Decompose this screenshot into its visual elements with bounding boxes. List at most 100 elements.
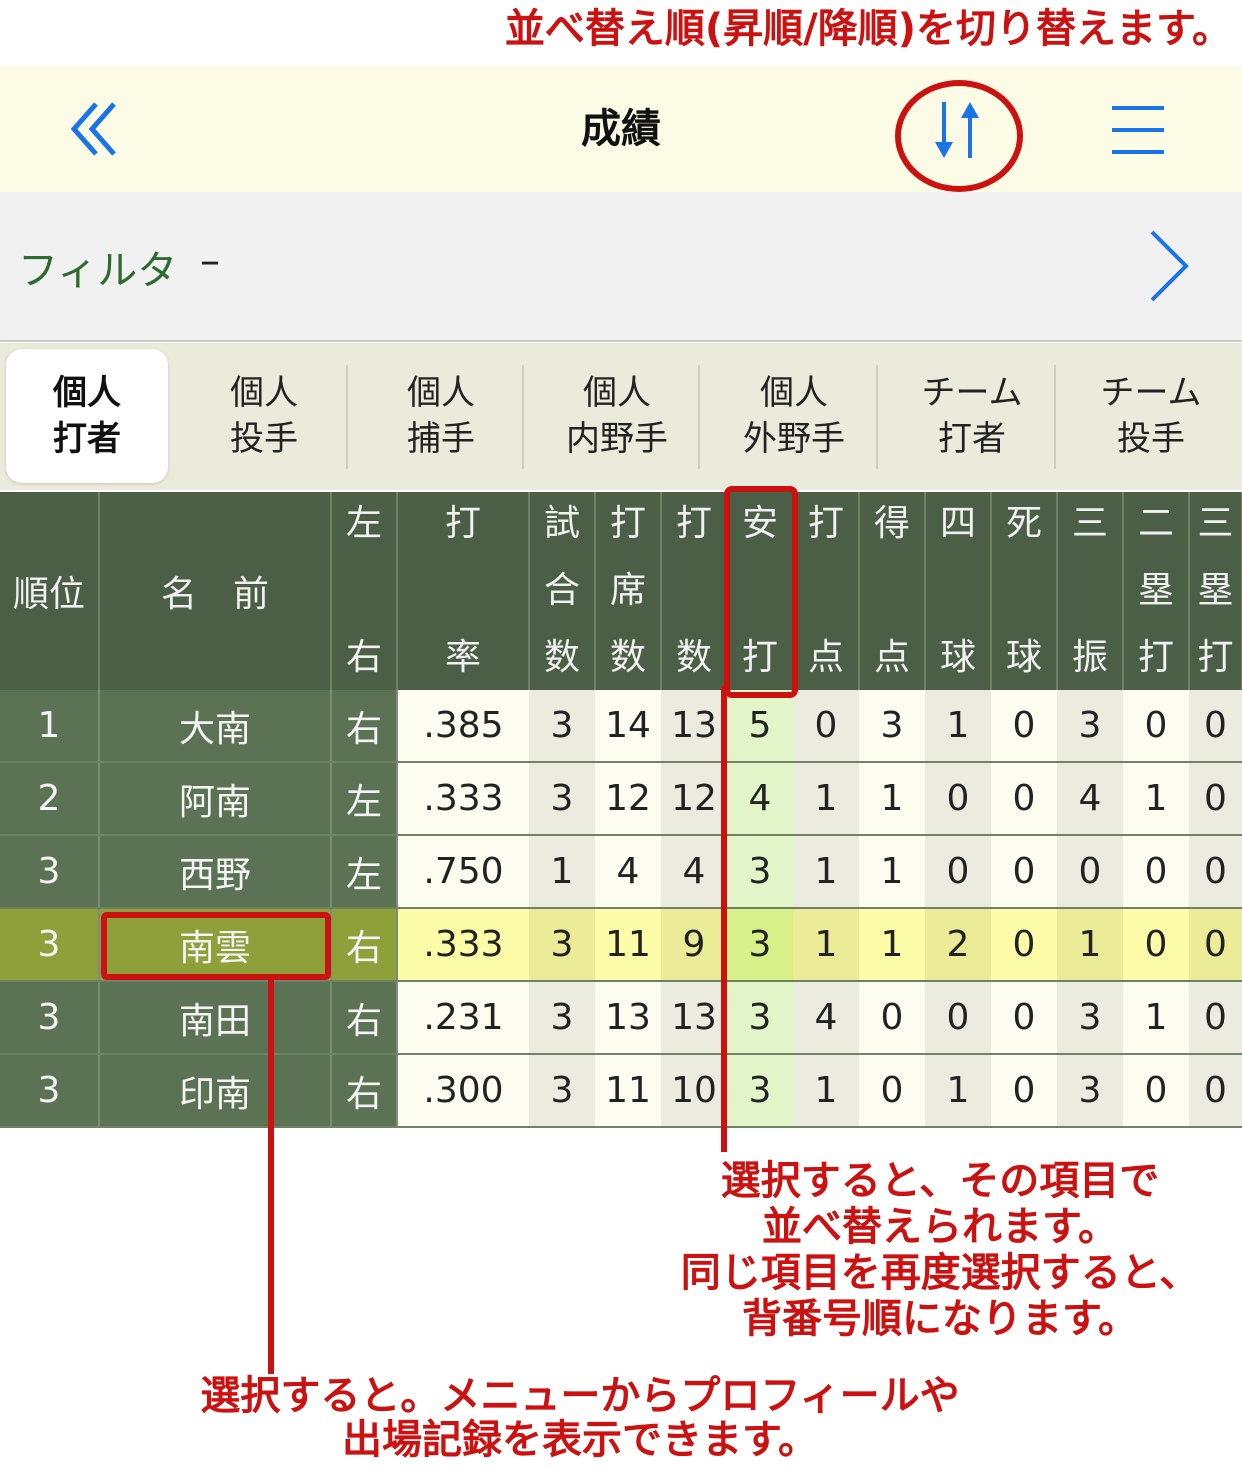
stat-cell: 0 — [991, 1054, 1057, 1128]
column-header-char: 振 — [1071, 637, 1108, 678]
tab-label-line1: 個人 — [583, 373, 651, 413]
column-header[interactable]: 打点 — [793, 492, 860, 690]
annotation-box-hit-column — [724, 486, 798, 698]
rank-cell: 3 — [0, 981, 100, 1055]
stat-cell: .333 — [397, 908, 529, 982]
column-header-label: 順位 — [12, 574, 85, 615]
stat-cell: 1 — [793, 762, 859, 836]
column-header[interactable]: 二塁打 — [1123, 492, 1190, 690]
column-header[interactable]: 順位 — [0, 492, 100, 690]
rank-cell: 3 — [0, 1054, 100, 1128]
column-header-char: 点 — [873, 637, 910, 678]
rank-cell: 1 — [0, 690, 100, 763]
stat-cell: 3 — [529, 981, 595, 1055]
tab-label-line1: 個人 — [760, 373, 828, 413]
table-row[interactable]: 3 印南右 .300 3 11 10 3 1 0 1 0 3 0 0 — [0, 1054, 1242, 1128]
hand-cell: 右 — [331, 1054, 398, 1128]
column-header-char: 席 — [609, 570, 646, 611]
column-header[interactable]: 打数 — [661, 492, 728, 690]
tab-item[interactable]: 個人 投手 — [184, 349, 344, 483]
stat-cell: 0 — [991, 981, 1057, 1055]
stat-cell: 1 — [793, 1054, 859, 1128]
stat-cell: .300 — [397, 1054, 529, 1128]
stat-cell: 1 — [529, 835, 595, 909]
tab-label-line2: 打者 — [53, 419, 121, 459]
stat-cell: .231 — [397, 981, 529, 1055]
stat-cell: 3 — [727, 1054, 793, 1128]
column-header[interactable]: 得点 — [859, 492, 926, 690]
stat-cell: 0 — [1189, 908, 1242, 982]
table-row[interactable]: 3 西野左 .750 1 4 4 3 1 1 0 0 0 0 0 — [0, 835, 1242, 909]
column-header-char: 数 — [675, 637, 712, 678]
stat-cell: 1 — [1123, 762, 1189, 836]
filter-row[interactable]: フィルタ – — [0, 192, 1242, 342]
column-header-char: 数 — [543, 637, 580, 678]
back-button[interactable] — [62, 96, 128, 162]
stat-cell: 12 — [595, 762, 661, 836]
table-row[interactable]: 3 南田右 .231 3 13 13 3 4 0 0 0 3 1 0 — [0, 981, 1242, 1055]
tab-divider — [346, 365, 348, 469]
column-header-char: 数 — [609, 637, 646, 678]
tab-item[interactable]: 個人 打者 — [6, 349, 168, 483]
column-header[interactable]: 左右 — [331, 492, 398, 690]
tab-item[interactable]: 個人 捕手 — [358, 349, 524, 483]
table-row[interactable]: 2 阿南左 .333 3 12 12 4 1 1 0 0 4 1 0 — [0, 762, 1242, 836]
hand-cell: 左 — [331, 762, 398, 836]
stat-cell: 3 — [1057, 981, 1123, 1055]
player-name-cell[interactable]: 南田 — [99, 981, 332, 1055]
stat-cell: 4 — [1057, 762, 1123, 836]
column-header[interactable]: 名 前 — [99, 492, 332, 690]
column-header-char: 打 — [807, 503, 844, 544]
stat-cell: 12 — [661, 762, 727, 836]
player-name-cell[interactable]: 西野 — [99, 835, 332, 909]
page-title: 成績 — [581, 106, 661, 152]
column-header[interactable]: 三振 — [1057, 492, 1124, 690]
column-header-char: 打 — [444, 503, 481, 544]
stat-cell: 0 — [859, 1054, 925, 1128]
stat-cell: 13 — [661, 981, 727, 1055]
stat-cell: 4 — [727, 762, 793, 836]
column-header[interactable]: 打率 — [397, 492, 530, 690]
tab-divider — [698, 365, 700, 469]
annotation-box-name — [101, 912, 331, 980]
player-name-cell[interactable]: 阿南 — [99, 762, 332, 836]
stat-cell: 0 — [925, 835, 991, 909]
column-header-char: 合 — [543, 570, 580, 611]
column-header[interactable]: 試合数 — [529, 492, 596, 690]
column-header[interactable]: 四球 — [925, 492, 992, 690]
stat-cell: 0 — [1057, 835, 1123, 909]
column-header[interactable]: 三塁打 — [1189, 492, 1242, 690]
stat-cell: 3 — [859, 690, 925, 763]
chevron-right-icon — [1150, 230, 1189, 302]
tab-divider — [876, 365, 878, 469]
stat-cell: 3 — [727, 908, 793, 982]
category-tabs: 個人 打者 個人 投手 個人 捕手 個人 内野手 個人 外野手 チーム 打者 チーム 投手 — [0, 343, 1242, 490]
stat-cell: 1 — [1123, 981, 1189, 1055]
stat-cell: 1 — [793, 908, 859, 982]
tab-label-line1: チーム — [921, 373, 1023, 413]
annotation-sort-column: 選択すると、その項目で 並べ替えられます。 同じ項目を再度選択すると、 背番号順… — [680, 1158, 1200, 1342]
rank-cell: 2 — [0, 762, 100, 836]
column-header-char: 三 — [1197, 503, 1234, 544]
stat-cell: 0 — [991, 762, 1057, 836]
stat-cell: 0 — [1189, 1054, 1242, 1128]
stat-cell: 9 — [661, 908, 727, 982]
table-row[interactable]: 1 大南右 .385 3 14 13 5 0 3 1 0 3 0 0 — [0, 690, 1242, 763]
stat-cell: 13 — [595, 981, 661, 1055]
tab-label-line2: 投手 — [1117, 419, 1185, 459]
tab-item[interactable]: 個人 外野手 — [710, 349, 878, 483]
stat-cell: 1 — [793, 835, 859, 909]
filter-label: フィルタ — [18, 248, 178, 294]
tab-item[interactable]: チーム 投手 — [1066, 349, 1236, 483]
tab-label-line1: 個人 — [407, 373, 475, 413]
stat-cell: 10 — [661, 1054, 727, 1128]
column-header[interactable]: 死球 — [991, 492, 1058, 690]
stat-cell: 3 — [529, 908, 595, 982]
stat-cell: 14 — [595, 690, 661, 763]
tab-item[interactable]: 個人 内野手 — [534, 349, 700, 483]
player-name-cell[interactable]: 大南 — [99, 690, 332, 763]
column-header[interactable]: 打席数 — [595, 492, 662, 690]
tab-item[interactable]: チーム 打者 — [888, 349, 1056, 483]
player-name-cell[interactable]: 印南 — [99, 1054, 332, 1128]
menu-button[interactable] — [1108, 102, 1168, 158]
